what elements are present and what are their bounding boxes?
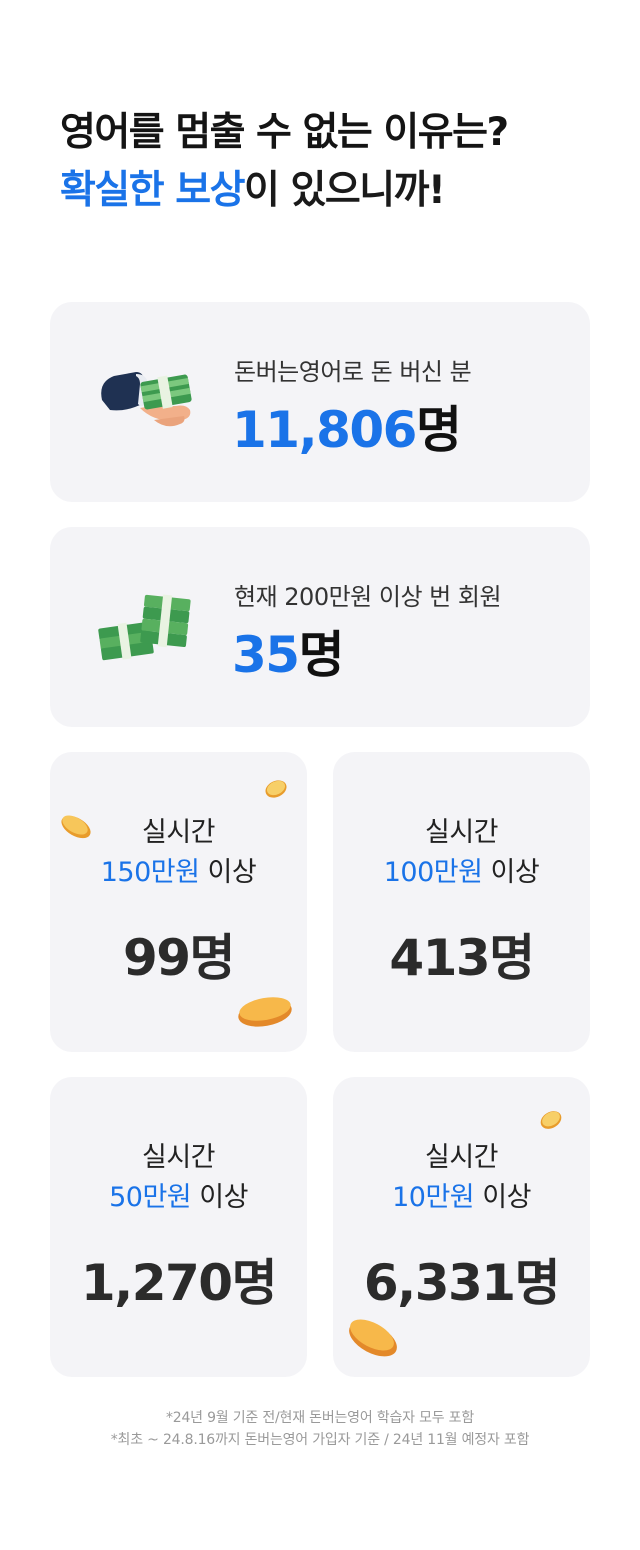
realtime-label: 실시간	[424, 817, 499, 848]
coin-icon	[540, 1111, 562, 1129]
amount-value: 50만원	[109, 1182, 192, 1213]
realtime-card-150: 실시간 150만원 이상 99명	[50, 752, 307, 1052]
headline-accent: 확실한 보상	[60, 168, 245, 213]
coin-icon	[265, 780, 287, 798]
member-count: 99명	[122, 929, 236, 987]
stat-label: 돈버는영어로 돈 버신 분	[234, 358, 472, 386]
stat-unit: 명	[298, 626, 345, 684]
realtime-card-10: 실시간 10만원 이상 6,331명	[333, 1077, 590, 1377]
amount-value: 100만원	[383, 857, 483, 888]
realtime-label: 실시간	[141, 1142, 216, 1173]
realtime-card-50: 실시간 50만원 이상 1,270명	[50, 1077, 307, 1377]
amount-suffix: 이상	[474, 1182, 531, 1213]
stat-label: 현재 200만원 이상 번 회원	[234, 583, 502, 611]
stat-card-over-2m-earners: 현재 200만원 이상 번 회원 35명	[50, 527, 590, 727]
amount-value: 10만원	[392, 1182, 475, 1213]
coin-icon	[349, 1319, 397, 1357]
amount-value: 150만원	[100, 857, 200, 888]
amount-suffix: 이상	[191, 1182, 248, 1213]
coin-icon	[238, 997, 292, 1027]
stat-unit: 명	[415, 401, 462, 459]
amount-line: 100만원 이상	[333, 850, 590, 889]
stat-value: 35명	[232, 615, 345, 687]
footnote: *최초 ~ 24.8.16까지 돈버는영어 가입자 기준 / 24년 11월 예…	[110, 1432, 530, 1448]
headline: 영어를 멈출 수 없는 이유는? 확실한 보상이 있으니까!	[60, 104, 620, 220]
amount-suffix: 이상	[199, 857, 257, 888]
realtime-label: 실시간	[424, 1142, 499, 1173]
hand-giving-money-icon	[101, 372, 192, 427]
realtime-label: 실시간	[141, 817, 216, 848]
member-count: 413명	[389, 929, 535, 987]
headline-line-1: 영어를 멈출 수 없는 이유는?	[60, 110, 509, 155]
amount-line: 150만원 이상	[50, 850, 307, 889]
footnote: *24년 9월 기준 전/현재 돈버는영어 학습자 모두 포함	[165, 1410, 475, 1426]
stat-number: 11,806	[232, 401, 417, 459]
stat-number: 35	[232, 626, 300, 684]
amount-line: 50만원 이상	[50, 1175, 307, 1214]
member-count: 6,331명	[363, 1254, 561, 1312]
headline-line-2: 확실한 보상이 있으니까!	[60, 162, 620, 220]
money-stacks-icon	[98, 594, 191, 661]
amount-line: 10만원 이상	[333, 1175, 590, 1214]
member-count: 1,270명	[80, 1254, 278, 1312]
realtime-card-100: 실시간 100만원 이상 413명	[333, 752, 590, 1052]
stat-card-total-earners: 돈버는영어로 돈 버신 분 11,806명	[50, 302, 590, 502]
headline-rest: 이 있으니까!	[243, 168, 446, 213]
stat-value: 11,806명	[232, 390, 462, 462]
amount-suffix: 이상	[482, 857, 540, 888]
